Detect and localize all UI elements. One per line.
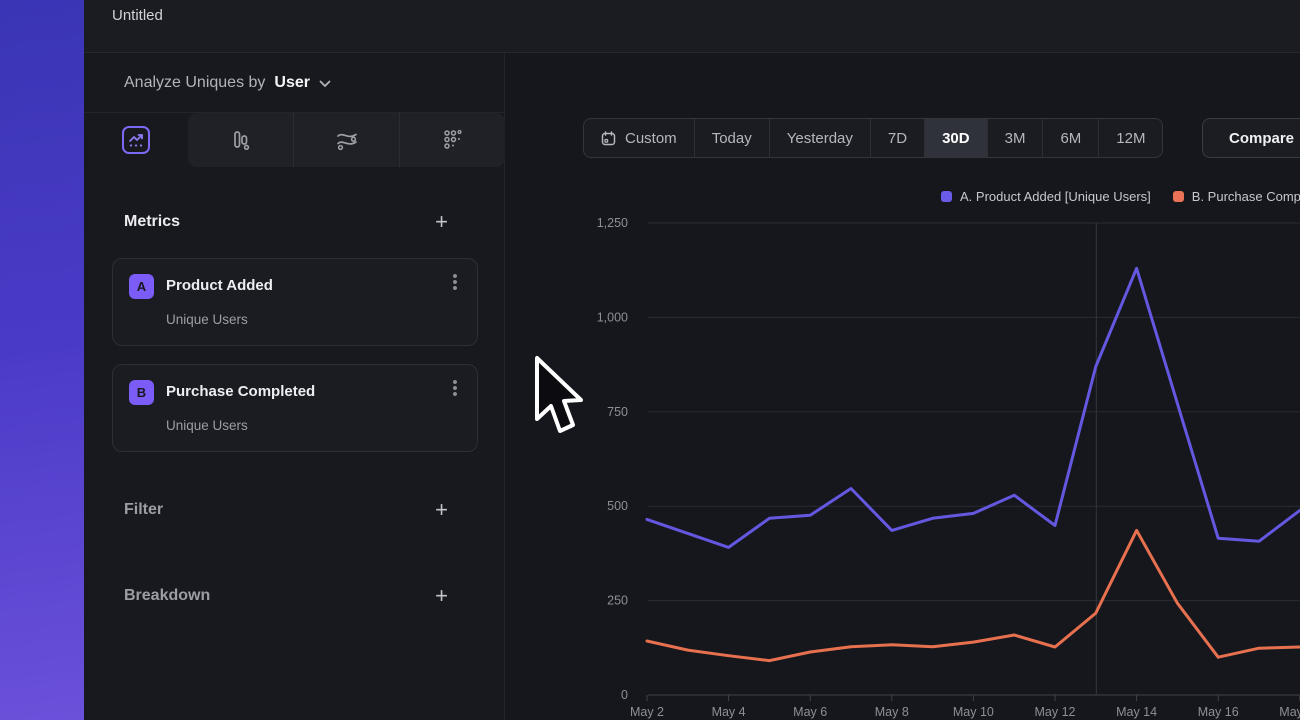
x-tick-label: May 4	[712, 705, 746, 719]
range-12m[interactable]: 12M	[1098, 119, 1162, 157]
metric-title: Purchase Completed	[166, 383, 315, 400]
metric-subtitle[interactable]: Unique Users	[166, 418, 248, 433]
metric-title: Product Added	[166, 277, 273, 294]
tab-scatter-grid[interactable]	[399, 113, 505, 167]
chart-panel: CustomTodayYesterday7D30D3M6M12M Compare…	[505, 53, 1300, 720]
y-tick-label: 500	[607, 499, 628, 513]
query-sections: Filter + Breakdown +	[84, 500, 504, 606]
metric-card[interactable]: A Product Added Unique Users •••	[112, 258, 478, 346]
x-tick-label: May 2	[630, 705, 664, 719]
x-tick-label: May 12	[1035, 705, 1076, 719]
report-title[interactable]: Untitled	[112, 7, 163, 24]
range-today[interactable]: Today	[694, 119, 769, 157]
tab-flow[interactable]	[293, 113, 399, 167]
screenshot-stage: Untitled Analyze Uniques by User	[0, 0, 1300, 720]
tab-line-chart[interactable]	[84, 113, 188, 167]
chart-type-tabstrip	[84, 113, 504, 167]
range-6m[interactable]: 6M	[1042, 119, 1098, 157]
metric-badge: A	[129, 274, 154, 299]
analyze-by-value[interactable]: User	[274, 74, 310, 92]
kebab-menu-icon[interactable]: •••	[445, 379, 465, 397]
chevron-down-icon[interactable]	[319, 80, 331, 88]
date-range-segmented-control: CustomTodayYesterday7D30D3M6M12M	[583, 118, 1163, 158]
gradient-backdrop	[0, 0, 84, 720]
section-label: Breakdown	[124, 587, 210, 605]
section-header-breakdown: Breakdown +	[84, 586, 504, 606]
metric-card[interactable]: B Purchase Completed Unique Users •••	[112, 364, 478, 452]
flow-icon	[334, 127, 360, 153]
y-tick-label: 0	[621, 688, 628, 702]
line-chart-icon	[122, 126, 150, 154]
add-breakdown-button[interactable]: +	[435, 586, 448, 606]
bar-chart-icon	[229, 128, 253, 152]
range-30d[interactable]: 30D	[924, 119, 987, 157]
analyze-by-label: Analyze Uniques by	[124, 74, 265, 92]
y-tick-label: 1,000	[597, 310, 628, 324]
titlebar: Untitled	[84, 0, 1300, 53]
section-label: Filter	[124, 501, 163, 519]
scatter-grid-icon	[440, 127, 466, 153]
series-line-a[interactable]	[647, 268, 1300, 547]
range-7d[interactable]: 7D	[870, 119, 924, 157]
series-line-b[interactable]	[647, 530, 1300, 660]
analyze-by-row: Analyze Uniques by User	[84, 53, 504, 113]
y-tick-label: 750	[607, 405, 628, 419]
compare-button[interactable]: Compare	[1202, 118, 1300, 158]
metric-badge: B	[129, 380, 154, 405]
kebab-menu-icon[interactable]: •••	[445, 273, 465, 291]
tab-bar-chart[interactable]	[188, 113, 293, 167]
line-chart[interactable]: 0 250 500 750 1,000 1,250 May 2 May 4 May 6 May 8…	[505, 170, 1300, 720]
y-tick-label: 250	[607, 594, 628, 608]
calendar-icon	[601, 131, 616, 146]
section-header-filter: Filter +	[84, 500, 504, 520]
x-tick-label: May 16	[1198, 705, 1239, 719]
range-yesterday[interactable]: Yesterday	[769, 119, 870, 157]
range-custom[interactable]: Custom	[584, 119, 694, 157]
x-tick-label: May 14	[1116, 705, 1157, 719]
range-3m[interactable]: 3M	[987, 119, 1043, 157]
metrics-header: Metrics +	[84, 212, 504, 232]
y-tick-label: 1,250	[597, 216, 628, 230]
metric-card-list: A Product Added Unique Users ••• B Purchase C…	[84, 258, 504, 452]
x-tick-label: May 18	[1279, 705, 1300, 719]
app-window: Untitled Analyze Uniques by User	[84, 0, 1300, 720]
query-sidebar: Analyze Uniques by User	[84, 53, 505, 720]
metrics-label: Metrics	[124, 213, 180, 231]
add-filter-button[interactable]: +	[435, 500, 448, 520]
x-tick-label: May 6	[793, 705, 827, 719]
x-tick-label: May 10	[953, 705, 994, 719]
metric-subtitle[interactable]: Unique Users	[166, 312, 248, 327]
x-tick-label: May 8	[875, 705, 909, 719]
chart-type-other-tabs	[188, 113, 505, 167]
add-metric-button[interactable]: +	[435, 212, 448, 232]
